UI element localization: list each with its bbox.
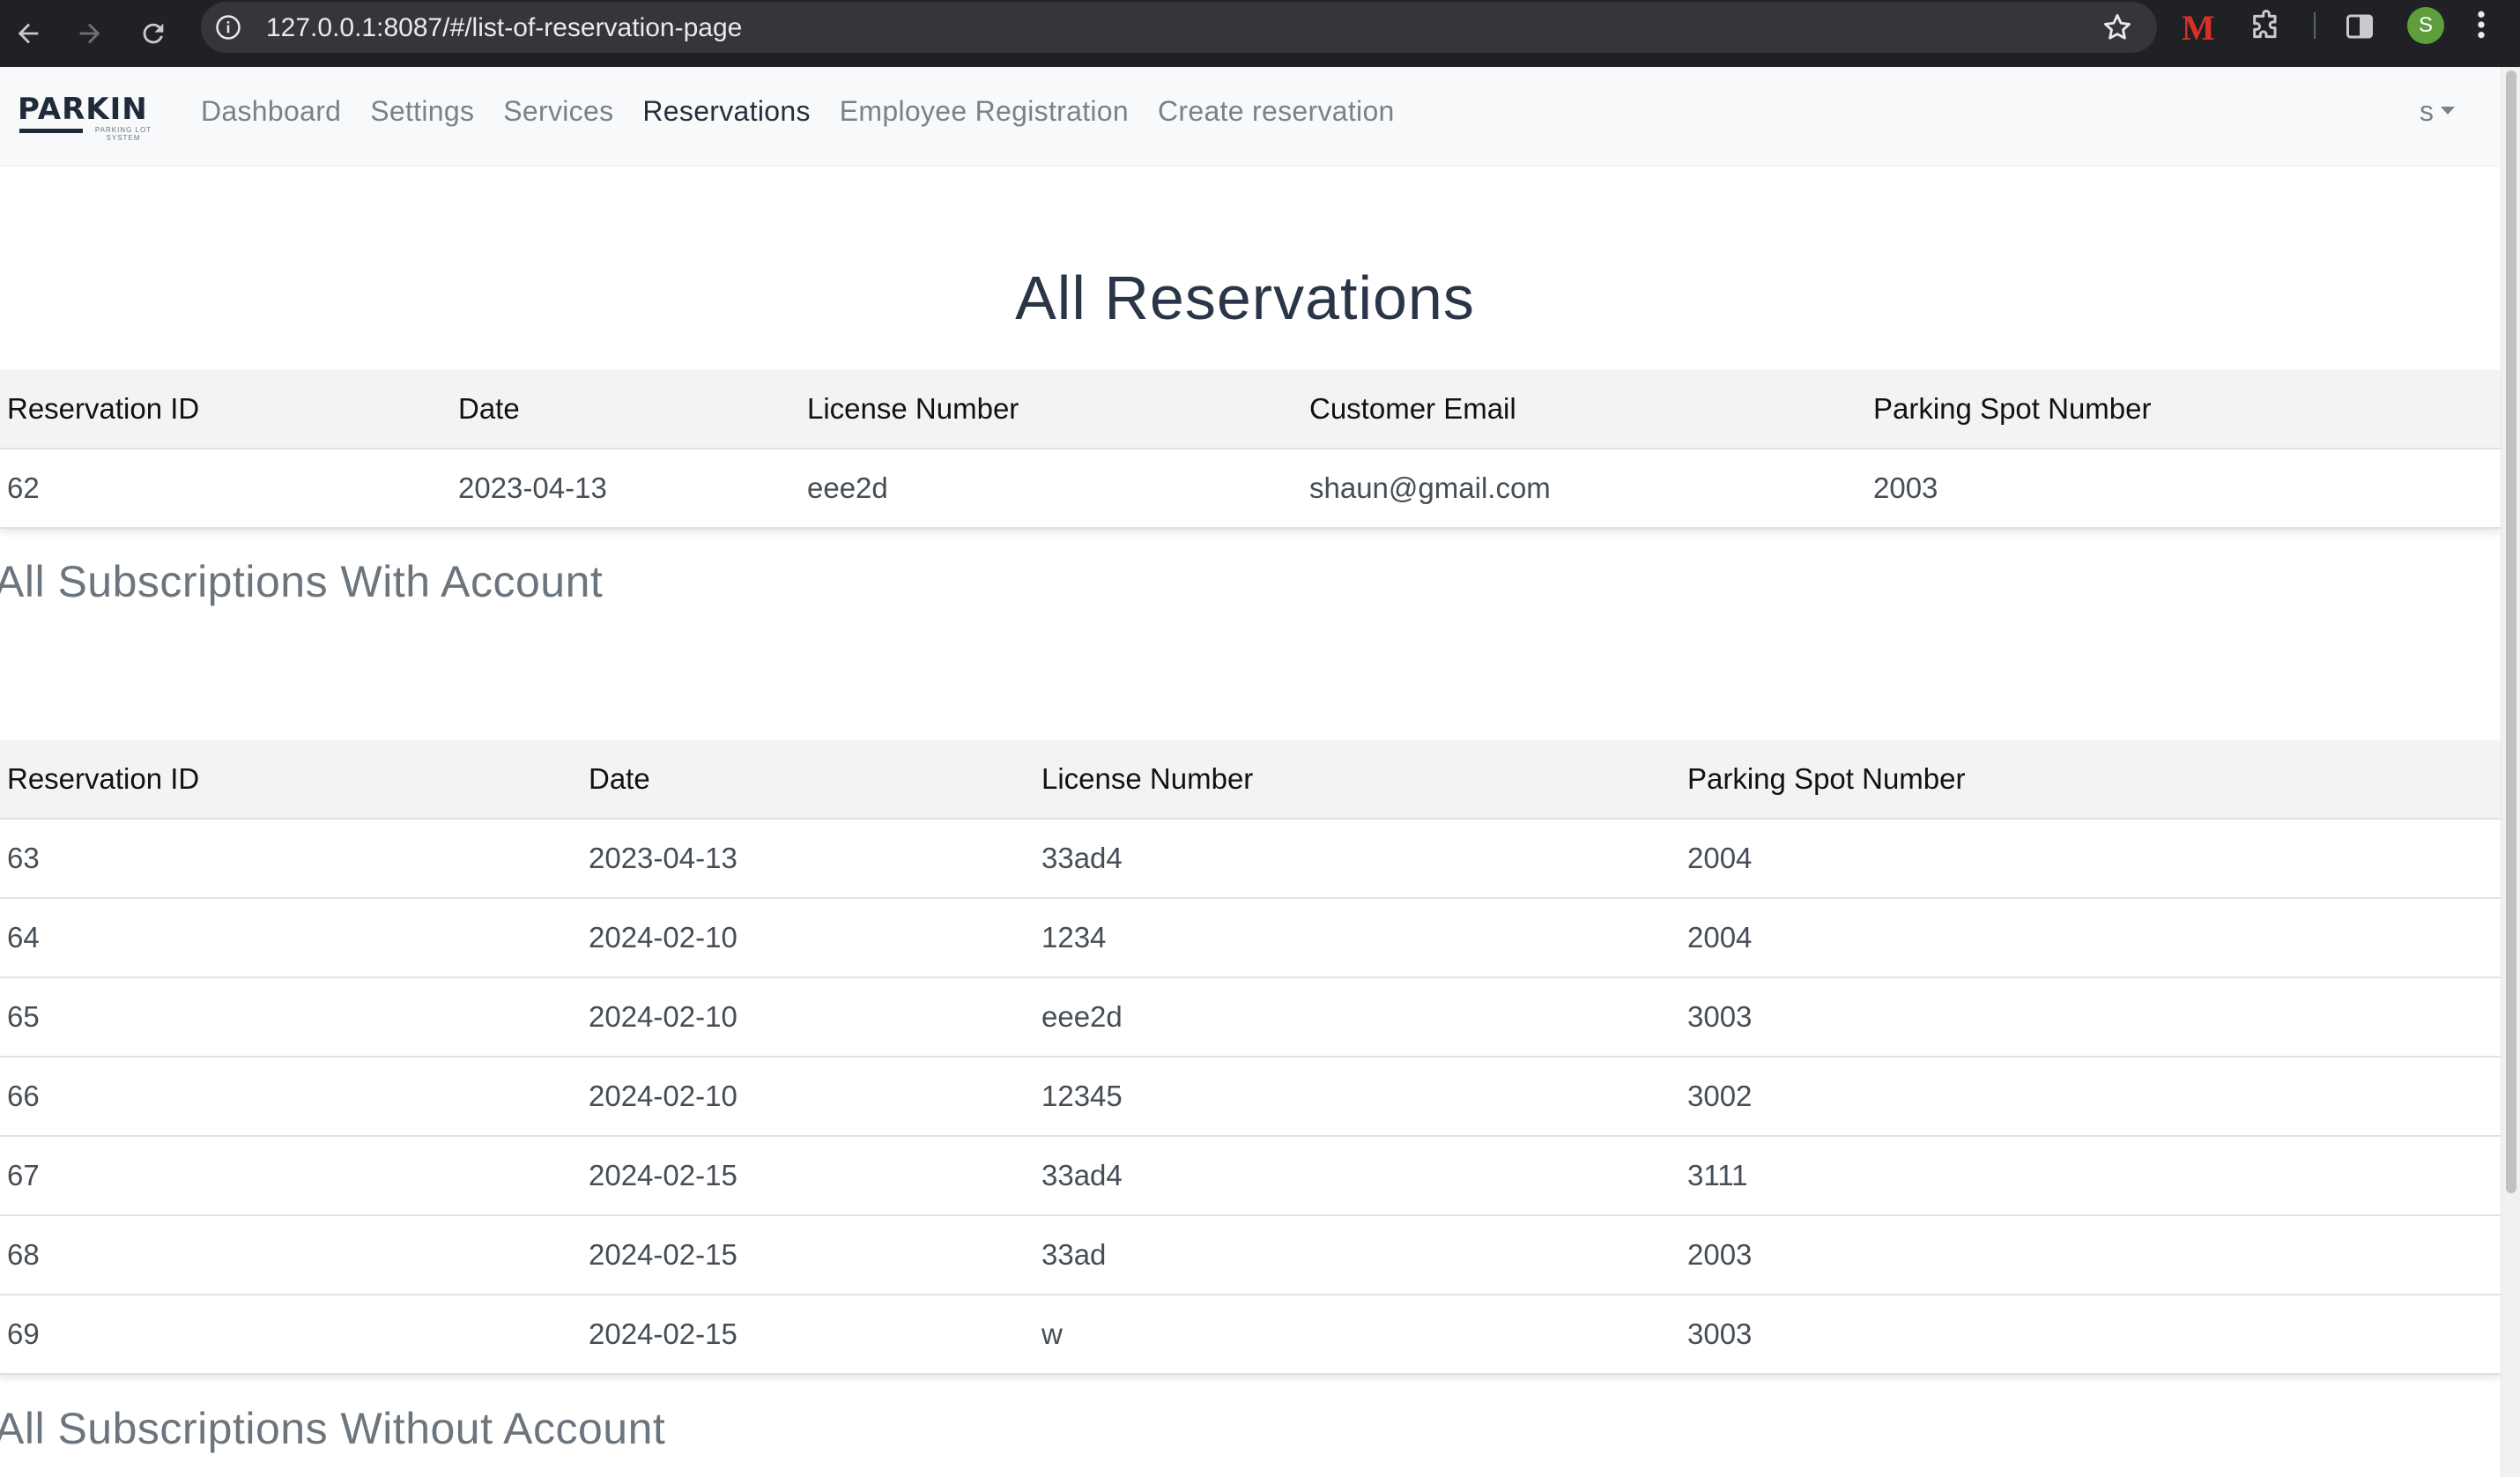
column-header: License Number <box>1034 740 1680 820</box>
brand-logo[interactable]: PARKIN PARKING LOT SYSTEM <box>18 92 159 145</box>
bookmark-star-icon[interactable] <box>2101 11 2134 44</box>
table-row: 64 2024-02-10 1234 2004 <box>0 898 2501 978</box>
page-viewport: PARKIN PARKING LOT SYSTEM Dashboard Sett… <box>0 67 2520 1477</box>
column-header: Reservation ID <box>0 370 451 449</box>
subscriptions-with-account-table: Reservation ID Date License Number Parki… <box>0 740 2501 1375</box>
cell-parking-spot: 3002 <box>1680 1057 2501 1137</box>
brand-tagline: PARKING LOT SYSTEM <box>94 126 152 142</box>
cell-parking-spot: 2004 <box>1680 819 2501 899</box>
cell-date: 2024-02-15 <box>582 1136 1034 1216</box>
cell-date: 2023-04-13 <box>582 819 1034 899</box>
table-row: 65 2024-02-10 eee2d 3003 <box>0 977 2501 1058</box>
nav-link-reservations[interactable]: Reservations <box>642 95 810 128</box>
cell-reservation-id: 64 <box>0 898 582 978</box>
cell-parking-spot: 3111 <box>1680 1136 2501 1216</box>
nav-link-create-reservation[interactable]: Create reservation <box>1158 95 1395 128</box>
page-scrollbar[interactable] <box>2501 67 2520 1477</box>
table-row: 62 2023-04-13 eee2d shaun@gmail.com 2003 <box>0 449 2501 529</box>
nav-link-employee-registration[interactable]: Employee Registration <box>840 95 1129 128</box>
table-row: 66 2024-02-10 12345 3002 <box>0 1057 2501 1137</box>
profile-avatar[interactable]: S <box>2407 7 2444 44</box>
caret-down-icon <box>2441 107 2455 115</box>
cell-date: 2024-02-15 <box>582 1295 1034 1375</box>
brand-name: PARKIN <box>18 92 148 127</box>
nav-link-services[interactable]: Services <box>503 95 613 128</box>
cell-license-number: 12345 <box>1034 1057 1680 1137</box>
side-panel-icon[interactable] <box>2344 11 2375 42</box>
site-info-icon[interactable] <box>215 14 241 41</box>
cell-reservation-id: 62 <box>0 449 451 529</box>
address-bar[interactable]: 127.0.0.1:8087/#/list-of-reservation-pag… <box>201 2 2157 53</box>
table-row: 63 2023-04-13 33ad4 2004 <box>0 819 2501 899</box>
nav-link-dashboard[interactable]: Dashboard <box>201 95 341 128</box>
column-header: Parking Spot Number <box>1866 370 2501 449</box>
toolbar-separator <box>2314 12 2316 39</box>
cell-parking-spot: 2003 <box>1866 449 2501 529</box>
cell-parking-spot: 2004 <box>1680 898 2501 978</box>
browser-toolbar: 127.0.0.1:8087/#/list-of-reservation-pag… <box>0 0 2520 67</box>
column-header: Customer Email <box>1302 370 1866 449</box>
table-row: 67 2024-02-15 33ad4 3111 <box>0 1136 2501 1216</box>
forward-arrow-icon[interactable] <box>70 14 109 53</box>
section-title-with-account: All Subscriptions With Account <box>0 557 604 606</box>
cell-reservation-id: 69 <box>0 1295 582 1375</box>
cell-parking-spot: 3003 <box>1680 1295 2501 1375</box>
cell-license-number: 33ad4 <box>1034 819 1680 899</box>
cell-date: 2023-04-13 <box>451 449 800 529</box>
brand-underline <box>19 129 83 133</box>
page-title: All Reservations <box>1015 263 1475 332</box>
cell-parking-spot: 2003 <box>1680 1215 2501 1295</box>
section-title-without-account: All Subscriptions Without Account <box>0 1404 666 1453</box>
cell-reservation-id: 66 <box>0 1057 582 1137</box>
nav-link-settings[interactable]: Settings <box>370 95 474 128</box>
cell-date: 2024-02-10 <box>582 1057 1034 1137</box>
cell-parking-spot: 3003 <box>1680 977 2501 1058</box>
user-name: s <box>2420 95 2434 127</box>
back-arrow-icon[interactable] <box>9 14 48 53</box>
cell-reservation-id: 68 <box>0 1215 582 1295</box>
table-header-row: Reservation ID Date License Number Custo… <box>0 370 2501 449</box>
cell-reservation-id: 67 <box>0 1136 582 1216</box>
cell-reservation-id: 63 <box>0 819 582 899</box>
kebab-menu-icon[interactable] <box>2472 7 2490 49</box>
cell-license-number: 33ad4 <box>1034 1136 1680 1216</box>
cell-date: 2024-02-10 <box>582 977 1034 1058</box>
column-header: Parking Spot Number <box>1680 740 2501 820</box>
nav-links: Dashboard Settings Services Reservations… <box>201 95 1424 128</box>
column-header: Date <box>451 370 800 449</box>
cell-license-number: eee2d <box>800 449 1302 529</box>
user-dropdown[interactable]: s <box>2420 95 2455 128</box>
column-header: License Number <box>800 370 1302 449</box>
reload-icon[interactable] <box>134 14 173 53</box>
column-header: Reservation ID <box>0 740 582 820</box>
cell-license-number: 1234 <box>1034 898 1680 978</box>
cell-date: 2024-02-10 <box>582 898 1034 978</box>
mail-extension-icon[interactable]: M <box>2182 7 2215 48</box>
table-row: 68 2024-02-15 33ad 2003 <box>0 1215 2501 1295</box>
reservations-table: Reservation ID Date License Number Custo… <box>0 370 2501 529</box>
app-navbar: PARKIN PARKING LOT SYSTEM Dashboard Sett… <box>0 67 2501 167</box>
column-header: Date <box>582 740 1034 820</box>
cell-customer-email: shaun@gmail.com <box>1302 449 1866 529</box>
scrollbar-thumb[interactable] <box>2506 71 2516 1193</box>
cell-reservation-id: 65 <box>0 977 582 1058</box>
puzzle-extension-icon[interactable] <box>2249 9 2284 44</box>
cell-license-number: eee2d <box>1034 977 1680 1058</box>
table-row: 69 2024-02-15 w 3003 <box>0 1295 2501 1375</box>
cell-date: 2024-02-15 <box>582 1215 1034 1295</box>
cell-license-number: w <box>1034 1295 1680 1375</box>
cell-license-number: 33ad <box>1034 1215 1680 1295</box>
table-header-row: Reservation ID Date License Number Parki… <box>0 740 2501 820</box>
url-text: 127.0.0.1:8087/#/list-of-reservation-pag… <box>266 13 743 42</box>
